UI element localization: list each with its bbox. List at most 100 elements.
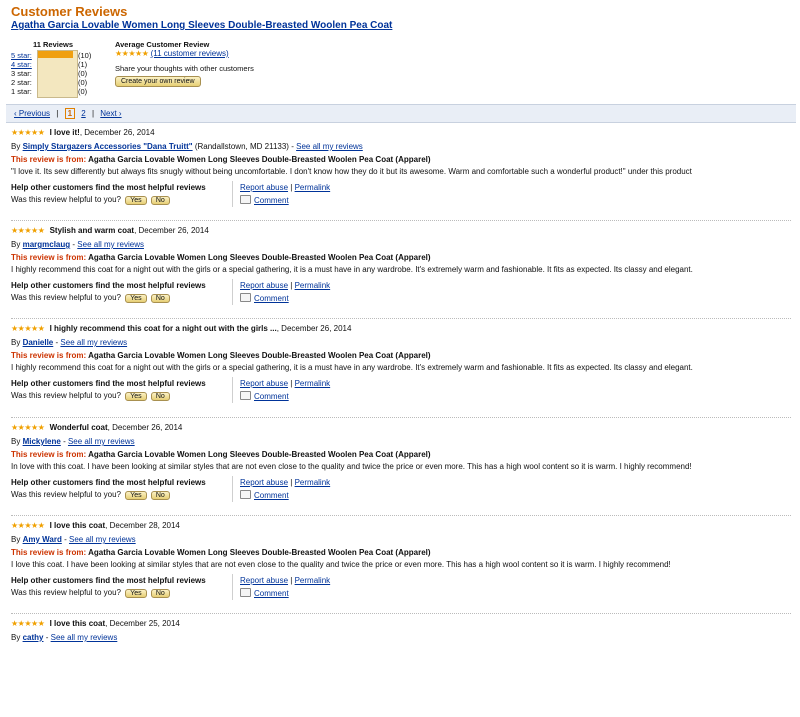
page-2-link[interactable]: 2	[81, 109, 85, 118]
review-title: Stylish and warm coat	[49, 226, 135, 235]
review-author-link[interactable]: Amy Ward	[23, 535, 62, 544]
review-item: ★★★★★ I love this coat, December 25, 201…	[11, 619, 791, 717]
review-date: , December 26, 2014	[107, 423, 183, 432]
action-separator: |	[290, 478, 293, 487]
pagination-bar: ‹ Previous | 1 2 | Next ›	[6, 104, 796, 123]
star-rating-icon: ★★★★★	[115, 49, 149, 58]
report-abuse-link[interactable]: Report abuse	[240, 183, 288, 192]
by-label: By	[11, 437, 21, 446]
byline-dash: -	[72, 240, 76, 249]
review-source-prefix: This review is from:	[11, 253, 87, 262]
byline-dash: -	[291, 142, 294, 151]
review-header: ★★★★★ I love it!, December 26, 2014	[11, 128, 155, 137]
review-source: This review is from: Agatha Garcia Lovab…	[11, 351, 431, 360]
see-all-reviews-link[interactable]: See all my reviews	[77, 240, 144, 249]
comment-action[interactable]: Comment	[240, 293, 289, 303]
review-author-link[interactable]: Danielle	[23, 338, 54, 347]
comment-link[interactable]: Comment	[254, 491, 289, 500]
vote-no-button[interactable]: No	[150, 294, 170, 303]
permalink-link[interactable]: Permalink	[295, 281, 331, 290]
permalink-link[interactable]: Permalink	[295, 183, 331, 192]
review-author-link[interactable]: Mickylene	[23, 437, 61, 446]
review-byline: By Amy Ward - See all my reviews	[11, 535, 136, 544]
share-thoughts-text: Share your thoughts with other customers	[115, 64, 254, 73]
review-author-link[interactable]: Simply Stargazers Accessories "Dana Trui…	[23, 142, 193, 151]
review-divider	[11, 515, 791, 516]
report-abuse-link[interactable]: Report abuse	[240, 478, 288, 487]
report-abuse-link[interactable]: Report abuse	[240, 576, 288, 585]
vote-yes-button[interactable]: Yes	[125, 294, 147, 303]
pagination: ‹ Previous | 1 2 | Next ›	[14, 108, 126, 119]
review-source-product: Agatha Garcia Lovable Women Long Sleeves…	[88, 450, 431, 459]
review-author-link[interactable]: cathy	[23, 633, 44, 642]
comment-action[interactable]: Comment	[240, 588, 289, 598]
customer-reviews-count-link[interactable]: (11 customer reviews)	[151, 49, 229, 58]
review-source-prefix: This review is from:	[11, 548, 87, 557]
review-header: ★★★★★ Stylish and warm coat, December 26…	[11, 226, 209, 235]
see-all-reviews-link[interactable]: See all my reviews	[60, 338, 127, 347]
vertical-divider	[232, 181, 233, 207]
histogram-label[interactable]: 4 star:	[11, 60, 35, 69]
review-actions: Report abuse | Permalink	[240, 183, 330, 192]
vote-no-button[interactable]: No	[150, 392, 170, 401]
vote-yes-button[interactable]: Yes	[125, 589, 147, 598]
review-text: In love with this coat. I have been look…	[11, 462, 692, 471]
review-actions: Report abuse | Permalink	[240, 478, 330, 487]
product-title-link[interactable]: Agatha Garcia Lovable Women Long Sleeves…	[11, 20, 392, 31]
average-review: Average Customer Review ★★★★★ (11 custom…	[115, 40, 305, 87]
comment-link[interactable]: Comment	[254, 196, 289, 205]
review-date: , December 26, 2014	[79, 128, 155, 137]
permalink-link[interactable]: Permalink	[295, 478, 331, 487]
permalink-link[interactable]: Permalink	[295, 379, 331, 388]
star-rating-icon: ★★★★★	[11, 128, 45, 137]
by-label: By	[11, 535, 21, 544]
report-abuse-link[interactable]: Report abuse	[240, 281, 288, 290]
vote-no-button[interactable]: No	[150, 491, 170, 500]
histogram-row-2: 2 star: (0)	[11, 78, 101, 87]
review-actions: Report abuse | Permalink	[240, 281, 330, 290]
helpful-question: Was this review helpful to you?	[11, 588, 121, 597]
review-divider	[11, 220, 791, 221]
vote-yes-button[interactable]: Yes	[125, 392, 147, 401]
review-title: I love this coat	[49, 521, 106, 530]
comment-action[interactable]: Comment	[240, 490, 289, 500]
histogram-row-4[interactable]: 4 star: (1)	[11, 60, 101, 69]
comment-link[interactable]: Comment	[254, 392, 289, 401]
see-all-reviews-link[interactable]: See all my reviews	[68, 437, 135, 446]
vote-yes-button[interactable]: Yes	[125, 491, 147, 500]
see-all-reviews-link[interactable]: See all my reviews	[51, 633, 118, 642]
review-byline: By Danielle - See all my reviews	[11, 338, 127, 347]
report-abuse-link[interactable]: Report abuse	[240, 379, 288, 388]
review-title: I highly recommend this coat for a night…	[49, 324, 277, 333]
comment-link[interactable]: Comment	[254, 589, 289, 598]
helpful-vote: Was this review helpful to you? Yes No	[11, 293, 170, 303]
permalink-link[interactable]: Permalink	[295, 576, 331, 585]
review-source-product: Agatha Garcia Lovable Women Long Sleeves…	[88, 155, 431, 164]
histogram-row-5[interactable]: 5 star: (10)	[11, 51, 101, 60]
vertical-divider	[232, 279, 233, 305]
review-author-link[interactable]: margmclaug	[23, 240, 71, 249]
next-page-link[interactable]: Next ›	[100, 109, 121, 118]
current-page: 1	[64, 108, 76, 119]
review-text: "I love it. Its sew differently but alwa…	[11, 167, 692, 176]
vote-no-button[interactable]: No	[150, 196, 170, 205]
create-review-button[interactable]: Create your own review	[115, 76, 201, 87]
see-all-reviews-link[interactable]: See all my reviews	[296, 142, 363, 151]
histogram-count: (0)	[78, 87, 88, 96]
review-date: , December 28, 2014	[105, 521, 180, 530]
star-rating-icon: ★★★★★	[11, 521, 45, 530]
review-source-prefix: This review is from:	[11, 450, 87, 459]
previous-page-link[interactable]: ‹ Previous	[14, 109, 50, 118]
review-byline: By Mickylene - See all my reviews	[11, 437, 135, 446]
review-source-product: Agatha Garcia Lovable Women Long Sleeves…	[88, 548, 431, 557]
vote-no-button[interactable]: No	[150, 589, 170, 598]
comment-action[interactable]: Comment	[240, 391, 289, 401]
action-separator: |	[290, 379, 293, 388]
action-separator: |	[290, 281, 293, 290]
comment-link[interactable]: Comment	[254, 294, 289, 303]
see-all-reviews-link[interactable]: See all my reviews	[69, 535, 136, 544]
star-rating-icon: ★★★★★	[11, 423, 45, 432]
histogram-label[interactable]: 5 star:	[11, 51, 35, 60]
comment-action[interactable]: Comment	[240, 195, 289, 205]
vote-yes-button[interactable]: Yes	[125, 196, 147, 205]
